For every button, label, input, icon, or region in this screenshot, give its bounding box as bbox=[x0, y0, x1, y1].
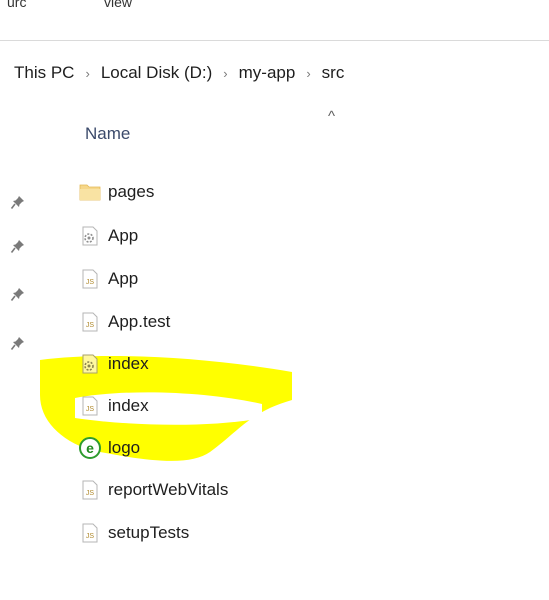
css-file-icon bbox=[82, 354, 98, 374]
list-item[interactable]: JS index bbox=[78, 390, 149, 422]
js-file-icon: JS bbox=[82, 480, 98, 500]
chevron-right-icon[interactable]: › bbox=[223, 66, 227, 81]
sort-ascending-icon: ^ bbox=[328, 108, 336, 125]
pin-icon[interactable] bbox=[10, 335, 26, 351]
file-name: reportWebVitals bbox=[108, 480, 229, 499]
folder-icon bbox=[79, 184, 101, 201]
svg-text:JS: JS bbox=[86, 490, 95, 497]
list-item[interactable]: e logo bbox=[78, 432, 140, 464]
file-name: App bbox=[108, 269, 139, 288]
css-file-icon bbox=[82, 226, 98, 246]
list-item[interactable]: JS reportWebVitals bbox=[78, 474, 228, 506]
js-file-icon: JS bbox=[82, 269, 98, 289]
svg-text:JS: JS bbox=[86, 322, 95, 329]
file-name: setupTests bbox=[108, 523, 190, 542]
list-item[interactable]: JS setupTests bbox=[78, 517, 189, 549]
list-item[interactable]: App bbox=[78, 220, 138, 252]
ribbon-divider bbox=[0, 40, 549, 41]
file-name: App.test bbox=[108, 312, 171, 331]
list-item[interactable]: JS App.test bbox=[78, 306, 170, 338]
svg-text:JS: JS bbox=[86, 533, 95, 540]
chevron-right-icon[interactable]: › bbox=[306, 66, 310, 81]
js-file-icon: JS bbox=[82, 396, 98, 416]
ribbon-tab-view[interactable]: view bbox=[104, 0, 132, 10]
yellow-highlight-annotation bbox=[40, 356, 292, 461]
svg-file-icon: e bbox=[79, 437, 101, 459]
column-header-name[interactable]: Name bbox=[85, 124, 130, 144]
pin-icon[interactable] bbox=[10, 286, 26, 302]
breadcrumb-this-pc[interactable]: This PC bbox=[14, 63, 74, 83]
file-name: logo bbox=[108, 438, 141, 457]
file-name: index bbox=[108, 354, 149, 373]
svg-text:JS: JS bbox=[86, 406, 95, 413]
js-file-icon: JS bbox=[82, 312, 98, 332]
pin-icon[interactable] bbox=[10, 194, 26, 210]
list-item[interactable]: pages bbox=[78, 176, 154, 208]
js-file-icon: JS bbox=[82, 523, 98, 543]
breadcrumb-my-app[interactable]: my-app bbox=[239, 63, 296, 83]
pin-icon[interactable] bbox=[10, 238, 26, 254]
list-item[interactable]: JS App bbox=[78, 263, 138, 295]
breadcrumb-src[interactable]: src bbox=[322, 63, 345, 83]
svg-text:JS: JS bbox=[86, 279, 95, 286]
file-name: App bbox=[108, 226, 139, 245]
chevron-right-icon[interactable]: › bbox=[85, 66, 89, 81]
file-name: index bbox=[108, 396, 149, 415]
svg-text:e: e bbox=[86, 440, 94, 456]
list-item[interactable]: index bbox=[78, 348, 149, 380]
breadcrumb-local-disk[interactable]: Local Disk (D:) bbox=[101, 63, 212, 83]
ribbon-tab-partial-left[interactable]: urc bbox=[7, 0, 26, 10]
breadcrumb[interactable]: This PC › Local Disk (D:) › my-app › src bbox=[14, 58, 549, 88]
file-name: pages bbox=[108, 182, 155, 201]
